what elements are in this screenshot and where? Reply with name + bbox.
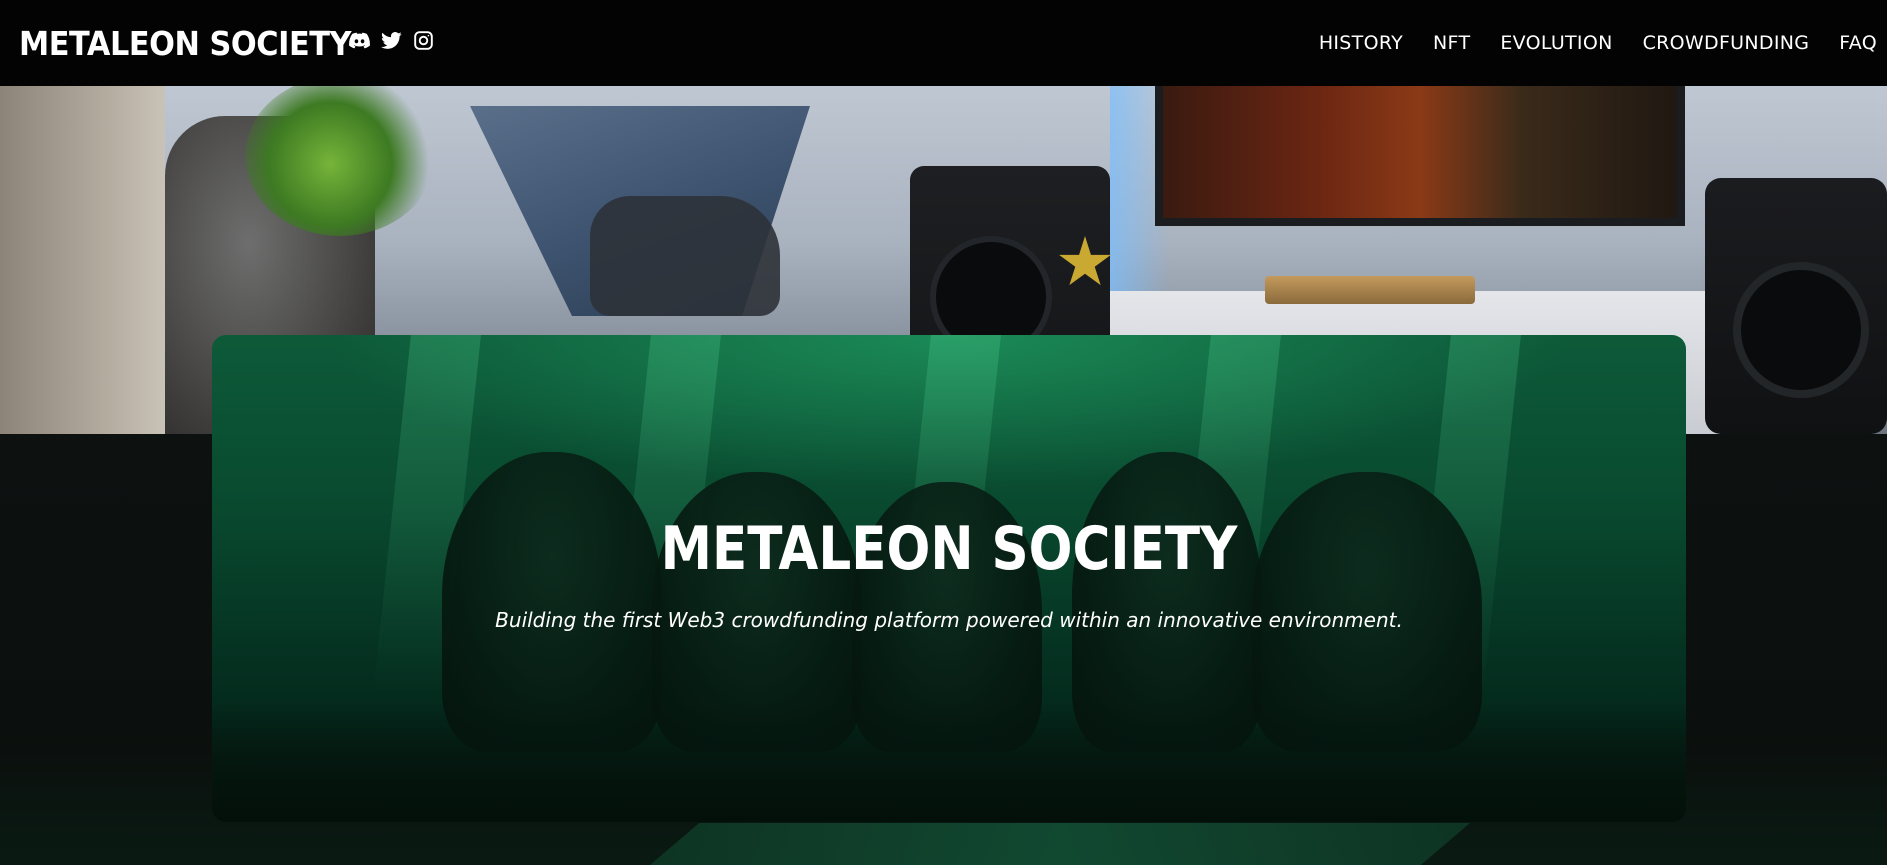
hero-subtitle: Building the first Web3 crowdfunding pla… <box>495 608 1403 632</box>
hero-card: METALEON SOCIETY Building the first Web3… <box>212 335 1686 822</box>
wall-left <box>0 86 165 434</box>
card-ground-shadow <box>212 702 1686 822</box>
navbar: METALEON SOCIETY HISTORY NFT EVOLUTION C… <box>0 0 1887 86</box>
nav-crowdfunding[interactable]: CROWDFUNDING <box>1643 32 1810 54</box>
instagram-icon[interactable] <box>412 29 434 51</box>
plant <box>245 86 435 236</box>
turntable <box>1265 276 1475 304</box>
desk-chair <box>590 196 780 316</box>
green-stripe <box>650 823 1470 865</box>
brand-logo[interactable]: METALEON SOCIETY <box>19 22 351 66</box>
discord-icon[interactable] <box>348 29 370 51</box>
nav-history[interactable]: HISTORY <box>1319 32 1403 54</box>
nav-evolution[interactable]: EVOLUTION <box>1500 32 1612 54</box>
television <box>1155 86 1685 226</box>
social-links <box>348 29 434 51</box>
speaker-right <box>1705 178 1887 434</box>
nav-faq[interactable]: FAQ <box>1839 32 1877 54</box>
nav-nft[interactable]: NFT <box>1433 32 1470 54</box>
hero-title: METALEON SOCIETY <box>660 514 1238 584</box>
main-nav: HISTORY NFT EVOLUTION CROWDFUNDING FAQ <box>1319 0 1877 86</box>
twitter-icon[interactable] <box>380 29 402 51</box>
